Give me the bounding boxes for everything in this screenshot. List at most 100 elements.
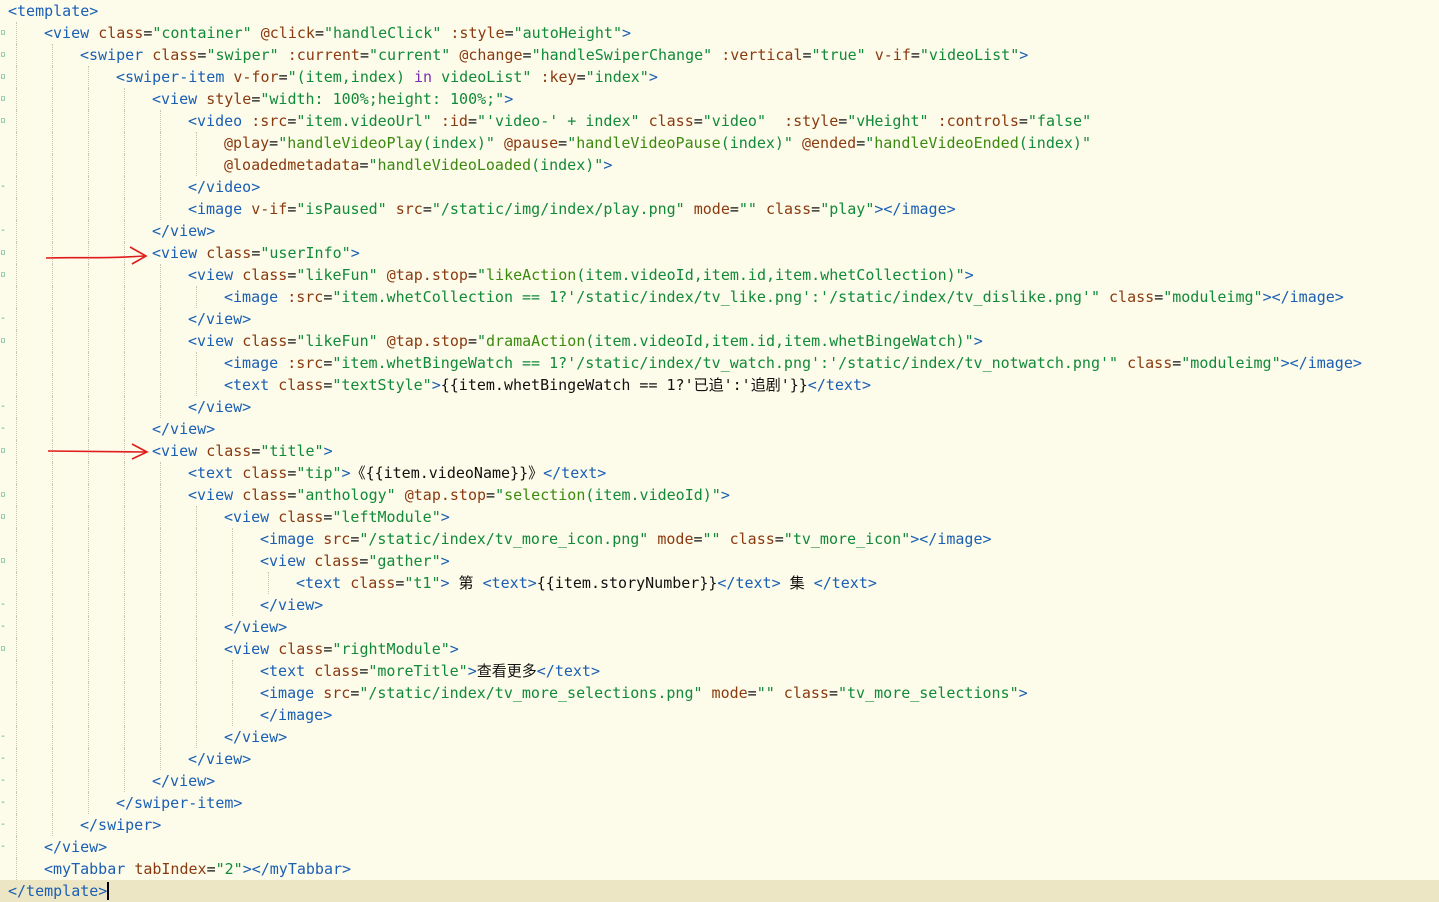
code-line[interactable]: <text class="textStyle">{{item.whetBinge… — [0, 374, 1439, 396]
code-line[interactable]: - </view> — [0, 594, 1439, 616]
fold-marker-icon[interactable]: ▫ — [0, 440, 8, 462]
code-token: = — [1154, 288, 1164, 306]
code-token: "index" — [585, 68, 649, 86]
code-line[interactable]: - </view> — [0, 418, 1439, 440]
code-line[interactable]: <image :src = "item.whetBingeWatch == 1?'/… — [0, 352, 1439, 374]
code-line[interactable]: ▫ <view class="gather"> — [0, 550, 1439, 572]
code-line[interactable]: <image src="/static/index/tv_more_select… — [0, 682, 1439, 704]
code-line[interactable]: </template> — [0, 880, 1439, 902]
code-line[interactable]: - </view> — [0, 616, 1439, 638]
fold-marker-icon[interactable]: ▫ — [0, 330, 8, 352]
code-token: = — [467, 332, 477, 350]
code-line[interactable]: ▫ <view class="likeFun" @tap.stop="likeAc… — [0, 264, 1439, 286]
fold-marker-icon[interactable]: ▫ — [0, 22, 8, 44]
code-line[interactable]: <image v-if="isPaused" src="/static/img/… — [0, 198, 1439, 220]
code-line[interactable]: <image src="/static/index/tv_more_icon.p… — [0, 528, 1439, 550]
code-line[interactable]: ▫ <view class="title"> — [0, 440, 1439, 462]
code-line[interactable]: - </view> — [0, 396, 1439, 418]
indent-guide — [88, 792, 89, 814]
code-line[interactable]: ▫ <view class="userInfo"> — [0, 242, 1439, 264]
code-line[interactable]: ▫ <view class="anthology" @tap.stop="sele… — [0, 484, 1439, 506]
code-token: class — [314, 662, 360, 680]
code-line[interactable]: <template> — [0, 0, 1439, 22]
gutter-marker: - — [0, 841, 7, 852]
indent-guide — [16, 836, 17, 858]
indent-guide — [124, 726, 125, 748]
code-token: > — [622, 24, 632, 42]
code-token: src — [323, 684, 351, 702]
code-line[interactable]: - </view> — [0, 770, 1439, 792]
code-token: = — [828, 684, 838, 702]
code-token: src — [395, 200, 423, 218]
code-line[interactable]: - </view> — [0, 726, 1439, 748]
fold-marker-icon[interactable]: ▫ — [0, 66, 8, 88]
indent-guide — [88, 572, 89, 594]
code-line[interactable]: <text class="moreTitle">查看更多</text> — [0, 660, 1439, 682]
code-line[interactable]: - </view> — [0, 836, 1439, 858]
code-token: </text> — [717, 574, 781, 592]
code-line[interactable]: <image :src = "item.whetCollection == 1?'/… — [0, 286, 1439, 308]
code-line[interactable]: ▫ <view class="rightModule"> — [0, 638, 1439, 660]
code-line[interactable]: <text class="t1"> 第 <text>{{item.storyNu… — [0, 572, 1439, 594]
code-line[interactable]: @play="handleVideoPlay(index)" @pause="h… — [0, 132, 1439, 154]
gutter-marker: - — [0, 797, 7, 808]
indent-guide — [88, 330, 89, 352]
code-line[interactable]: @loadedmetadata="handleVideoLoaded(index… — [0, 154, 1439, 176]
code-line[interactable]: ▫ <video :src="item.videoUrl" :id="'video… — [0, 110, 1439, 132]
fold-marker-icon[interactable]: ▫ — [0, 506, 8, 528]
code-line[interactable]: <myTabbar tabIndex="2"></myTabbar> — [0, 858, 1439, 880]
code-token: = — [269, 134, 279, 152]
fold-marker-icon[interactable]: ▫ — [0, 264, 8, 286]
code-line[interactable]: </image> — [0, 704, 1439, 726]
code-token: > — [648, 68, 658, 86]
code-token: "likeFun" — [296, 266, 378, 284]
code-line[interactable]: - </swiper-item> — [0, 792, 1439, 814]
fold-marker-icon[interactable]: ▫ — [0, 484, 8, 506]
indent-guide — [52, 528, 53, 550]
indent-guide — [268, 572, 269, 594]
fold-marker-icon[interactable]: ▫ — [0, 44, 8, 66]
code-line[interactable]: ▫ <view class="container" @click="handleC… — [0, 22, 1439, 44]
code-line[interactable]: ▫ <view class="likeFun" @tap.stop="dramaA… — [0, 330, 1439, 352]
code-token: mode — [711, 684, 748, 702]
code-editor[interactable]: <template> ▫ <view class="container" @clic… — [0, 0, 1439, 902]
code-token: <view — [152, 90, 207, 108]
code-line[interactable]: - </view> — [0, 220, 1439, 242]
code-token: "autoHeight" — [513, 24, 622, 42]
code-line[interactable]: - </video> — [0, 176, 1439, 198]
code-line[interactable]: ▫ <swiper class="swiper" :current="curren… — [0, 44, 1439, 66]
fold-marker-icon[interactable]: ▫ — [0, 638, 8, 660]
fold-marker-icon[interactable]: ▫ — [0, 242, 8, 264]
code-line[interactable]: - </view> — [0, 308, 1439, 330]
code-token: "textStyle" — [332, 376, 432, 394]
fold-marker-icon[interactable]: ▫ — [0, 110, 8, 132]
indent-guide — [196, 132, 197, 154]
indent-guide — [160, 110, 161, 132]
gutter-marker — [0, 858, 8, 880]
fold-marker-icon[interactable]: ▫ — [0, 550, 8, 572]
code-text: @play="handleVideoPlay(index)" @pause="h… — [224, 132, 1091, 154]
indent-guide — [160, 726, 161, 748]
code-line[interactable]: ▫ <view class="leftModule"> — [0, 506, 1439, 528]
gutter-marker — [0, 0, 8, 22]
code-line[interactable]: - </view> — [0, 748, 1439, 770]
fold-marker-icon[interactable]: ▫ — [0, 88, 8, 110]
code-token: "video" — [702, 112, 766, 130]
code-token: <swiper-item — [116, 68, 234, 86]
code-token: class — [278, 508, 324, 526]
code-line[interactable]: ▫ <view style="width: 100%;height: 100%;"… — [0, 88, 1439, 110]
code-token: > — [720, 486, 730, 504]
code-token: "vHeight" — [847, 112, 929, 130]
code-line[interactable]: - </swiper> — [0, 814, 1439, 836]
code-token: " — [865, 134, 875, 152]
code-line[interactable]: <text class="tip">《{{item.videoName}}》</… — [0, 462, 1439, 484]
code-token: @tap.stop — [386, 266, 468, 284]
code-token: = — [558, 134, 568, 152]
indent-guide — [160, 572, 161, 594]
indent-guide — [88, 616, 89, 638]
code-token: class — [242, 486, 288, 504]
code-text: <myTabbar tabIndex="2"></myTabbar> — [44, 858, 351, 880]
code-line[interactable]: ▫ <swiper-item v-for="(item,index) in vid… — [0, 66, 1439, 88]
